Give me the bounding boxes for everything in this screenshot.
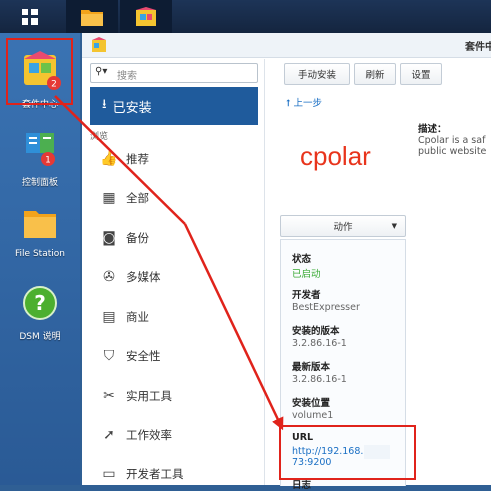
annotation-arrows xyxy=(54,95,284,431)
annotation-arrow-segment xyxy=(183,223,284,431)
annotation-arrow-segment xyxy=(54,95,186,225)
